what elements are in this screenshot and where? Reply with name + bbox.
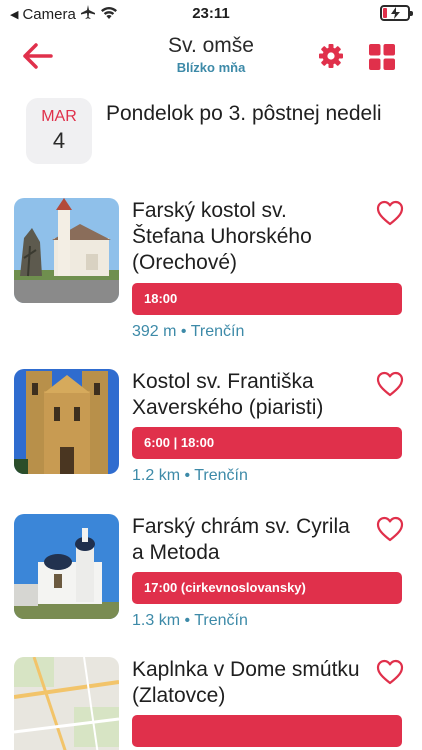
church-name: Farský kostol sv. Štefana Uhorského (Ore… — [132, 199, 312, 274]
heart-outline-icon — [376, 516, 404, 542]
church-map-thumbnail — [14, 657, 119, 750]
status-bar-right — [380, 5, 413, 21]
church-distance: 1.3 km — [132, 612, 181, 629]
church-name: Farský chrám sv. Cyrila a Metoda — [132, 515, 350, 564]
date-picker-tile[interactable]: MAR 4 — [26, 98, 92, 164]
church-distance: 1.2 km — [132, 467, 181, 484]
church-distance: 392 m — [132, 323, 177, 340]
favorite-button[interactable] — [376, 371, 404, 397]
church-card[interactable]: Kaplnka v Dome smútku (Zlatovce) — [14, 657, 414, 750]
mass-times-bar[interactable]: 6:00 | 18:00 — [132, 427, 402, 459]
page-title: Sv. omše — [168, 34, 254, 57]
layout-toggle-button[interactable] — [368, 43, 396, 71]
church-card[interactable]: Farský chrám sv. Cyrila a Metoda 17:00 (… — [14, 514, 414, 634]
status-bar: ◀ Camera 23:11 — [0, 0, 422, 28]
church-photo — [14, 369, 119, 474]
meta-separator: • — [184, 467, 191, 484]
settings-button[interactable] — [318, 43, 344, 69]
page-subtitle: Blízko mňa — [176, 60, 246, 75]
church-city: Trenčín — [190, 323, 245, 340]
favorite-button[interactable] — [376, 659, 404, 685]
church-location: 1.2 km • Trenčín — [132, 467, 248, 485]
gear-icon — [319, 44, 343, 68]
app-header: Sv. omše Blízko mňa — [0, 30, 422, 82]
app-screen: ◀ Camera 23:11 Sv. omše Blízko mňa MAR 4… — [0, 0, 422, 750]
church-photo — [14, 198, 119, 303]
date-row: MAR 4 Pondelok po 3. pôstnej nedeli — [26, 98, 406, 166]
favorite-button[interactable] — [376, 516, 404, 542]
heart-outline-icon — [376, 371, 404, 397]
church-photo — [14, 514, 119, 619]
date-month: MAR — [41, 108, 77, 125]
church-name: Kostol sv. Františka Xaverského (piarist… — [132, 370, 324, 419]
church-location: 1.3 km • Trenčín — [132, 612, 248, 630]
liturgical-day-title: Pondelok po 3. pôstnej nedeli — [106, 102, 382, 125]
mass-times-bar[interactable] — [132, 715, 402, 747]
grid-icon — [369, 44, 395, 70]
church-city: Trenčín — [194, 467, 248, 484]
meta-separator: • — [184, 612, 191, 629]
date-day: 4 — [52, 128, 66, 153]
church-city: Trenčín — [194, 612, 248, 629]
mass-times-bar[interactable]: 17:00 (cirkevnoslovansky) — [132, 572, 402, 604]
heart-outline-icon — [376, 200, 404, 226]
header-title-block: Sv. omše Blízko mňa — [110, 34, 312, 75]
mass-times-bar[interactable]: 18:00 — [132, 283, 402, 315]
clock: 23:11 — [192, 5, 230, 22]
back-button[interactable] — [22, 42, 54, 70]
church-card[interactable]: Farský kostol sv. Štefana Uhorského (Ore… — [14, 198, 414, 343]
meta-separator: • — [180, 323, 187, 340]
favorite-button[interactable] — [376, 200, 404, 226]
battery-level — [383, 8, 387, 18]
arrow-left-icon — [23, 43, 53, 69]
heart-outline-icon — [376, 659, 404, 685]
church-name: Kaplnka v Dome smútku (Zlatovce) — [132, 658, 360, 707]
church-card[interactable]: Kostol sv. Františka Xaverského (piarist… — [14, 369, 414, 489]
church-location: 392 m • Trenčín — [132, 323, 244, 341]
battery-charging-icon — [380, 5, 413, 21]
